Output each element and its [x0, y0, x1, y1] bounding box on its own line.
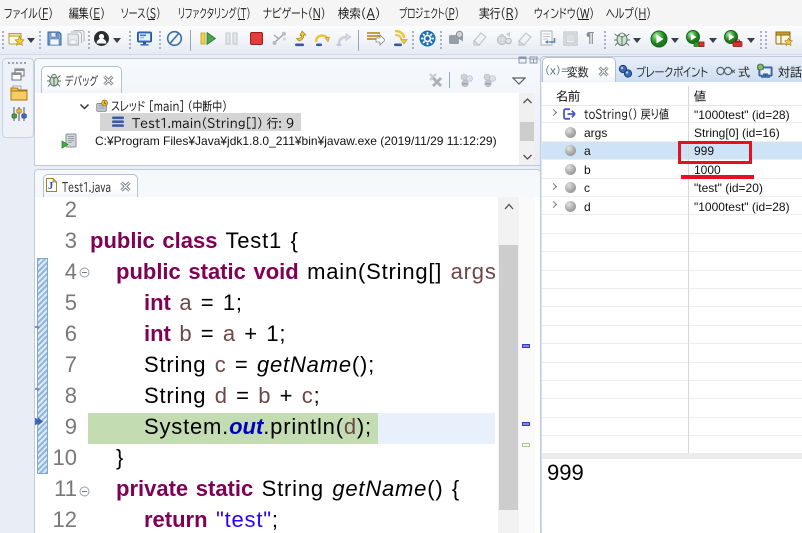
svg-text:J: J	[48, 181, 53, 192]
